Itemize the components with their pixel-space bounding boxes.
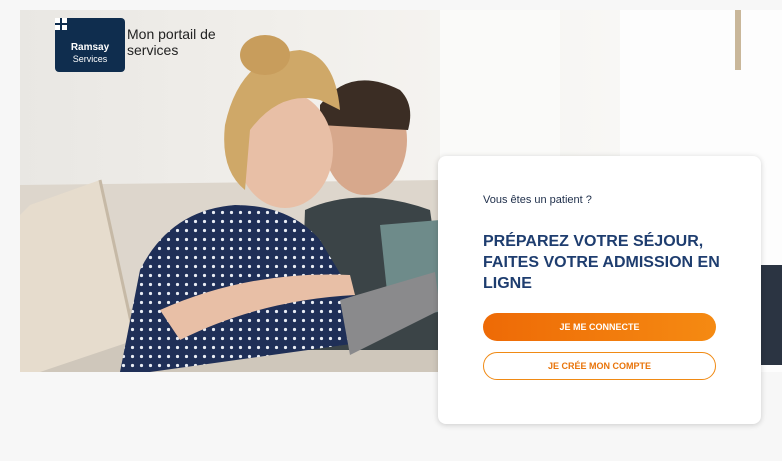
card-heading: PRÉPAREZ VOTRE SÉJOUR, FAITES VOTRE ADMI… xyxy=(483,233,720,292)
patient-card: Vous êtes un patient ? PRÉPAREZ VOTRE SÉ… xyxy=(438,156,761,424)
login-button[interactable]: JE ME CONNECTE xyxy=(483,313,716,341)
portal-title: Mon portail de services xyxy=(127,26,216,58)
ramsay-cross-icon xyxy=(55,18,67,30)
ramsay-logo[interactable]: Ramsay Services xyxy=(55,18,125,72)
create-account-button[interactable]: JE CRÉE MON COMPTE xyxy=(483,352,716,380)
logo-subtitle: Services xyxy=(72,54,108,64)
card-kicker: Vous êtes un patient ? xyxy=(483,194,592,206)
logo-name: Ramsay xyxy=(70,42,110,53)
